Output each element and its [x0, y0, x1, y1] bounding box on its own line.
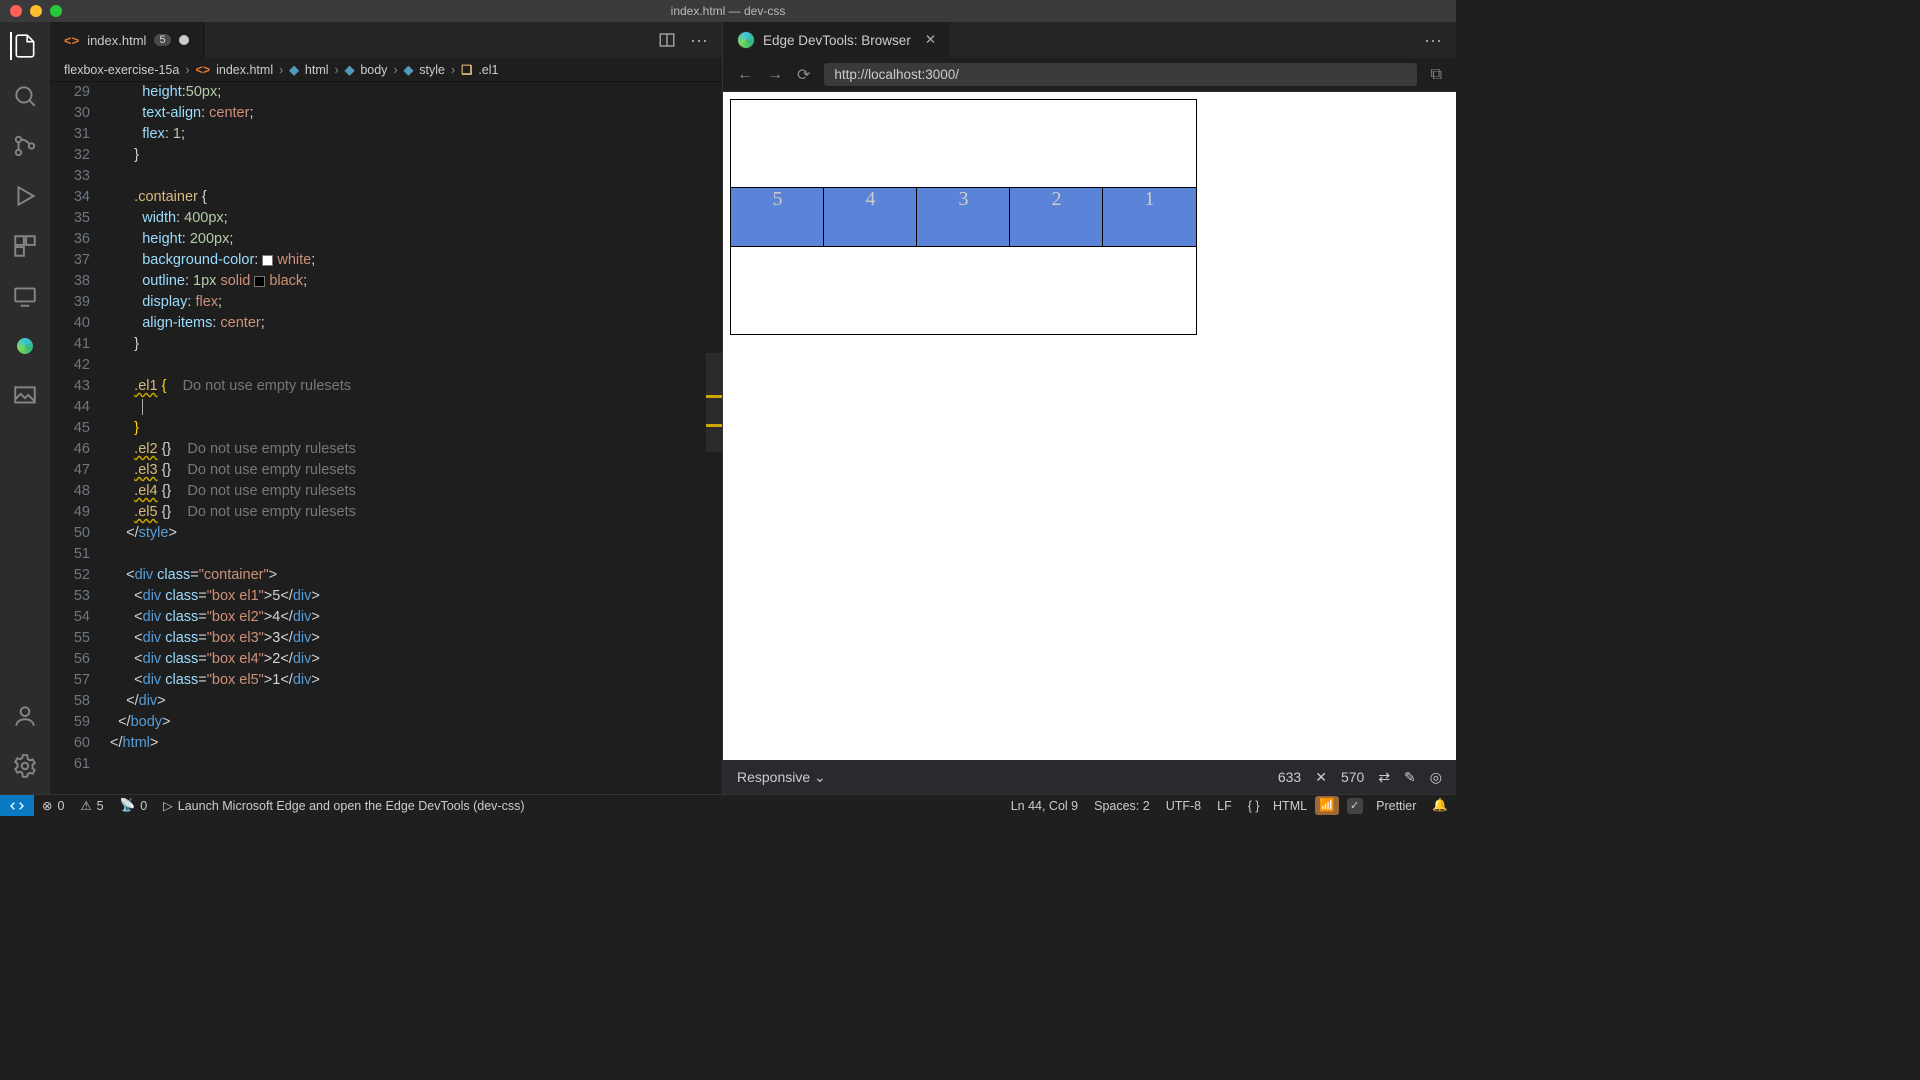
run-debug-icon[interactable] [11, 182, 39, 210]
error-icon: ⊗ [42, 798, 52, 813]
tab-bar: <> index.html 5 ··· [50, 22, 722, 58]
tab-dirty-indicator [179, 35, 189, 45]
back-icon[interactable]: ← [737, 66, 753, 84]
extensions-icon[interactable] [11, 232, 39, 260]
breadcrumb[interactable]: flexbox-exercise-15a› <>index.html› ◆htm… [50, 58, 722, 82]
remote-explorer-icon[interactable] [11, 282, 39, 310]
prettier-status[interactable]: ✓ Prettier [1339, 796, 1425, 815]
macos-titlebar: index.html — dev-css [0, 0, 1456, 22]
devtools-browser-tab[interactable]: Edge DevTools: Browser ✕ [723, 22, 950, 58]
browser-toolbar: ← → ⟳ http://localhost:3000/ ⧉ [723, 58, 1456, 92]
file-html-icon: <> [64, 33, 79, 48]
accounts-icon[interactable] [11, 702, 39, 730]
launch-edge-item[interactable]: ▷Launch Microsoft Edge and open the Edge… [155, 798, 532, 813]
ports-item[interactable]: 📡0 [112, 798, 156, 813]
source-control-icon[interactable] [11, 132, 39, 160]
devtools-pane: Edge DevTools: Browser ✕ ··· ← → ⟳ http:… [722, 22, 1456, 794]
problems-warnings[interactable]: ⚠5 [72, 798, 111, 813]
window-zoom-button[interactable] [50, 5, 62, 17]
cursor-position[interactable]: Ln 44, Col 9 [1003, 796, 1086, 815]
broadcast-icon[interactable]: 📶 [1315, 796, 1339, 815]
warning-icon: ⚠ [80, 798, 91, 813]
browser-preview[interactable]: 5 4 3 2 1 [723, 92, 1456, 760]
edge-browser-icon [737, 31, 755, 49]
explorer-icon[interactable] [10, 32, 38, 60]
editor-pane: <> index.html 5 ··· flexbox-exercise-15a… [50, 22, 722, 794]
address-bar[interactable]: http://localhost:3000/ [824, 63, 1416, 86]
image-icon[interactable] [11, 382, 39, 410]
tab-filename: index.html [87, 33, 146, 48]
language-mode[interactable]: { } HTML [1240, 796, 1315, 815]
selector-icon: ❑ [461, 62, 472, 77]
dimension-separator: ✕ [1315, 769, 1327, 786]
file-tab-index[interactable]: <> index.html 5 [50, 22, 204, 58]
element-icon: ◆ [289, 62, 299, 77]
edge-tools-icon[interactable] [11, 332, 39, 360]
status-bar: ⊗0 ⚠5 📡0 ▷Launch Microsoft Edge and open… [0, 794, 1456, 816]
inspect-target-icon[interactable]: ◎ [1430, 769, 1442, 786]
preview-box: 2 [1010, 188, 1103, 246]
encoding[interactable]: UTF-8 [1158, 796, 1209, 815]
preview-box: 5 [731, 188, 824, 246]
preview-box: 3 [917, 188, 1010, 246]
remote-indicator[interactable] [0, 795, 34, 816]
tab-warning-badge: 5 [154, 34, 170, 46]
breadcrumb-item[interactable]: index.html [216, 63, 273, 77]
file-html-icon: <> [196, 63, 211, 77]
split-editor-icon[interactable] [658, 31, 676, 49]
preview-container: 5 4 3 2 1 [731, 100, 1196, 334]
activity-bar [0, 22, 50, 794]
line-gutter: 2930313233343536373839404142434445464748… [50, 82, 110, 794]
close-icon[interactable]: ✕ [925, 32, 936, 48]
code-editor[interactable]: 2930313233343536373839404142434445464748… [50, 82, 722, 794]
preview-box: 1 [1103, 188, 1196, 246]
viewport-height[interactable]: 570 [1341, 769, 1364, 785]
radio-icon: 📡 [120, 798, 136, 813]
window-close-button[interactable] [10, 5, 22, 17]
minimap[interactable] [706, 82, 722, 794]
breadcrumb-item[interactable]: flexbox-exercise-15a [64, 63, 179, 77]
forward-icon[interactable]: → [767, 66, 783, 84]
more-actions-icon[interactable]: ··· [1424, 30, 1442, 50]
search-icon[interactable] [11, 82, 39, 110]
device-dropdown[interactable]: Responsive ⌄ [737, 769, 826, 786]
element-icon: ◆ [404, 62, 414, 77]
play-icon: ▷ [163, 798, 173, 813]
element-icon: ◆ [345, 62, 355, 77]
reload-icon[interactable]: ⟳ [797, 65, 810, 85]
code-lines[interactable]: height:50px; text-align: center; flex: 1… [110, 82, 722, 794]
open-external-icon[interactable]: ⧉ [1431, 66, 1442, 84]
devtools-tab-label: Edge DevTools: Browser [763, 33, 911, 48]
breadcrumb-item[interactable]: style [419, 63, 445, 77]
settings-gear-icon[interactable] [11, 752, 39, 780]
chevron-down-icon: ⌄ [814, 769, 826, 785]
breadcrumb-item[interactable]: body [360, 63, 387, 77]
more-actions-icon[interactable]: ··· [690, 30, 708, 51]
rotate-icon[interactable]: ⇄ [1378, 769, 1390, 786]
ruler-icon[interactable]: ✎ [1404, 769, 1416, 786]
viewport-width[interactable]: 633 [1278, 769, 1301, 785]
indentation[interactable]: Spaces: 2 [1086, 796, 1158, 815]
devtools-tab-bar: Edge DevTools: Browser ✕ ··· [723, 22, 1456, 58]
preview-status-bar: Responsive ⌄ 633 ✕ 570 ⇄ ✎ ◎ [723, 760, 1456, 794]
window-minimize-button[interactable] [30, 5, 42, 17]
problems-errors[interactable]: ⊗0 [34, 798, 72, 813]
breadcrumb-item[interactable]: .el1 [478, 63, 498, 77]
eol[interactable]: LF [1209, 796, 1240, 815]
notifications-bell-icon[interactable]: 🔔 [1424, 796, 1456, 815]
breadcrumb-item[interactable]: html [305, 63, 329, 77]
window-title: index.html — dev-css [671, 4, 786, 18]
preview-box: 4 [824, 188, 917, 246]
